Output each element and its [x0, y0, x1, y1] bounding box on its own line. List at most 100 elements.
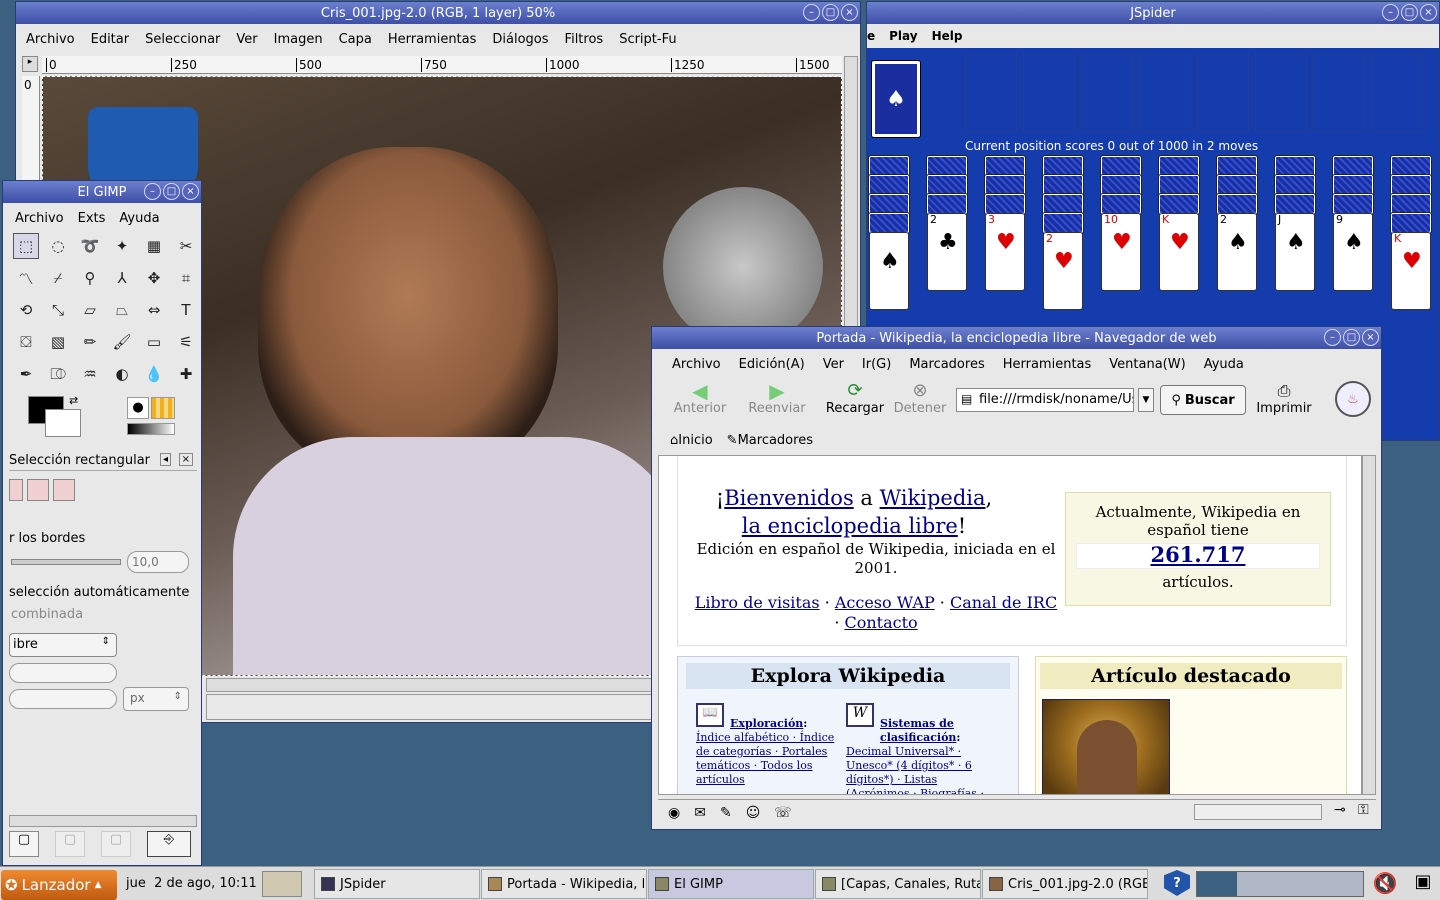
- maximize-icon[interactable]: □: [822, 4, 839, 21]
- tool-clone-icon[interactable]: ⎄: [45, 361, 71, 387]
- face-up-card[interactable]: J ♠: [1275, 213, 1315, 291]
- back-button[interactable]: ◀ Anterior: [672, 381, 728, 416]
- menu-item[interactable]: Herramientas: [1003, 357, 1092, 372]
- contact-link[interactable]: Contacto: [845, 613, 918, 632]
- browser-titlebar[interactable]: Portada - Wikipedia, la enciclopedia lib…: [652, 327, 1381, 349]
- forward-button[interactable]: ▶ Reenviar: [746, 381, 808, 416]
- dock-close-icon[interactable]: ×: [178, 453, 193, 466]
- tool-color-picker-icon[interactable]: ⌿: [45, 265, 71, 291]
- autoshrink-label[interactable]: selección automáticamente: [9, 585, 189, 600]
- tool-scale-icon[interactable]: ⤡: [45, 297, 71, 323]
- launcher-button[interactable]: ✪ Lanzador ▲: [1, 870, 117, 900]
- sistemas-text[interactable]: Decimal Universal* · Unesco* (4 dígitos*…: [846, 745, 984, 794]
- volume-mute-icon[interactable]: 🔇: [1370, 871, 1400, 897]
- tool-convolve-icon[interactable]: 💧: [141, 361, 167, 387]
- menu-item[interactable]: Edición(A): [739, 357, 805, 372]
- maximize-icon[interactable]: □: [163, 183, 180, 200]
- search-button[interactable]: ⚲ Buscar: [1160, 385, 1246, 415]
- menu-item[interactable]: Ir(G): [862, 357, 891, 372]
- navigator-icon[interactable]: ◉: [668, 805, 680, 821]
- swap-colors-icon[interactable]: ⇄: [69, 394, 78, 407]
- tool-rect-select-icon[interactable]: ⬚: [13, 233, 39, 259]
- reset-options-icon[interactable]: ⎆: [147, 831, 191, 857]
- url-field[interactable]: ▤ file:///rmdisk/noname/Us: [956, 388, 1134, 412]
- show-desktop-icon[interactable]: [262, 871, 302, 897]
- maximize-icon[interactable]: □: [1401, 4, 1418, 21]
- bookmarks-button[interactable]: ✎Marcadores: [727, 433, 813, 448]
- tool-scissors-icon[interactable]: ✂: [173, 233, 199, 259]
- close-icon[interactable]: ×: [1362, 329, 1379, 346]
- tool-paths-icon[interactable]: 〽: [13, 265, 39, 291]
- minimize-icon[interactable]: –: [1324, 329, 1341, 346]
- addressbook-icon[interactable]: ☺: [746, 805, 761, 821]
- exploracion-link[interactable]: Exploración: [730, 717, 803, 730]
- featured-image[interactable]: [1042, 699, 1170, 794]
- close-icon[interactable]: ×: [1420, 4, 1437, 21]
- mode-select[interactable]: ibre ⇕: [9, 633, 117, 657]
- composer-icon[interactable]: ✎: [720, 805, 732, 821]
- restore-options-icon[interactable]: ▢: [55, 831, 85, 857]
- face-up-card[interactable]: 10 ♥: [1101, 213, 1141, 291]
- menu-item[interactable]: Filtros: [565, 32, 604, 47]
- combined-label[interactable]: combinada: [11, 607, 83, 622]
- menu-item[interactable]: Marcadores: [909, 357, 984, 372]
- tool-blend-icon[interactable]: ▧: [45, 329, 71, 355]
- menu-item[interactable]: Ver: [823, 357, 844, 372]
- tool-move-icon[interactable]: ✥: [141, 265, 167, 291]
- stock-pile[interactable]: ♠: [871, 60, 921, 138]
- menu-item[interactable]: Play: [889, 29, 917, 43]
- bg-color-swatch[interactable]: [45, 409, 81, 437]
- mail-icon[interactable]: ✉: [694, 805, 706, 821]
- quickmask-corner-button[interactable]: ▸: [22, 56, 38, 72]
- mode-replace-button[interactable]: [9, 479, 23, 501]
- mode-subtract-button[interactable]: [53, 479, 75, 501]
- menu-item[interactable]: Script-Fu: [619, 32, 676, 47]
- feather-value-field[interactable]: 10,0: [127, 551, 189, 573]
- menu-item[interactable]: Editar: [91, 32, 130, 47]
- tool-smudge-icon[interactable]: ♒: [77, 361, 103, 387]
- menu-item[interactable]: Archivo: [672, 357, 721, 372]
- close-icon[interactable]: ×: [841, 4, 858, 21]
- width-slider[interactable]: [9, 663, 117, 683]
- close-icon[interactable]: ×: [182, 183, 199, 200]
- welcome-link[interactable]: Bienvenidos: [724, 486, 854, 510]
- url-dropdown-button[interactable]: ▼: [1138, 388, 1154, 412]
- face-up-card[interactable]: ♠: [869, 232, 909, 310]
- tool-ellipse-select-icon[interactable]: ◌: [45, 233, 71, 259]
- menu-item[interactable]: Herramientas: [388, 32, 477, 47]
- menu-item[interactable]: Exts: [78, 211, 106, 226]
- menu-item[interactable]: Help: [932, 29, 963, 43]
- menu-item[interactable]: Capa: [339, 32, 372, 47]
- free-encyclopedia-link[interactable]: la enciclopedia libre: [742, 514, 958, 538]
- tool-paintbrush-icon[interactable]: 🖌: [109, 329, 135, 355]
- tool-zoom-icon[interactable]: ⚲: [77, 265, 103, 291]
- mode-add-button[interactable]: [27, 479, 49, 501]
- print-button[interactable]: ⎙ Imprimir: [1254, 381, 1314, 416]
- menu-item[interactable]: Diálogos: [492, 32, 548, 47]
- tool-rotate-icon[interactable]: ⟲: [13, 297, 39, 323]
- tool-perspective-icon[interactable]: ⏢: [109, 297, 135, 323]
- tool-fuzzy-select-icon[interactable]: ✦: [109, 233, 135, 259]
- exploracion-text[interactable]: Índice alfabético · Índice de categorías…: [696, 731, 834, 786]
- menu-item[interactable]: e: [867, 29, 875, 43]
- minimize-icon[interactable]: –: [1382, 4, 1399, 21]
- clock[interactable]: jue 2 de ago, 10:11: [126, 876, 257, 891]
- tool-flip-icon[interactable]: ⇔: [141, 297, 167, 323]
- tool-shear-icon[interactable]: ▱: [77, 297, 103, 323]
- feather-slider[interactable]: [11, 559, 121, 565]
- tool-pencil-icon[interactable]: ✏: [77, 329, 103, 355]
- window-list-icon[interactable]: ▣: [1408, 871, 1438, 897]
- tool-bucket-icon[interactable]: ⛋: [13, 329, 39, 355]
- minimize-icon[interactable]: –: [144, 183, 161, 200]
- tableau-column[interactable]: K ♥: [1390, 155, 1440, 356]
- face-up-card[interactable]: K ♥: [1391, 232, 1431, 310]
- guestbook-link[interactable]: Libro de visitas: [695, 593, 820, 612]
- tool-by-color-icon[interactable]: ▦: [141, 233, 167, 259]
- page-vscrollbar[interactable]: [1362, 455, 1376, 795]
- menu-item[interactable]: Ver: [236, 32, 257, 47]
- reload-button[interactable]: ⟳ Recargar: [824, 381, 886, 417]
- brush-pattern-gradient[interactable]: ●: [127, 397, 177, 437]
- wap-link[interactable]: Acceso WAP: [835, 593, 935, 612]
- menu-item[interactable]: Seleccionar: [145, 32, 220, 47]
- face-up-card[interactable]: 9 ♠: [1333, 213, 1373, 291]
